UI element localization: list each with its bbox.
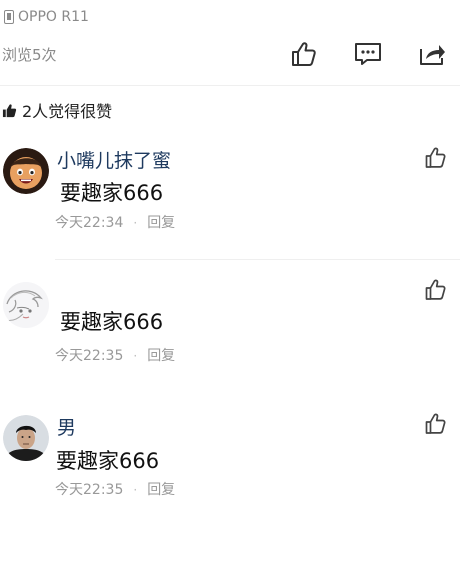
comment-bubble-icon bbox=[355, 43, 381, 65]
avatar[interactable] bbox=[3, 415, 49, 461]
thumbs-up-filled-icon bbox=[2, 103, 17, 117]
view-count: 浏览5次 bbox=[2, 46, 57, 64]
comment-divider bbox=[55, 259, 460, 260]
comment-item: 小嘴儿抹了蜜 要趣家666 今天22:34 · 回复 bbox=[0, 145, 460, 255]
device-source: OPPO R11 bbox=[4, 7, 89, 27]
comment-like-icon[interactable] bbox=[424, 278, 448, 302]
phone-icon bbox=[4, 10, 14, 24]
meta-separator: · bbox=[133, 216, 138, 230]
meta-separator: · bbox=[133, 349, 138, 363]
comment-meta: 今天22:35 · 回复 bbox=[55, 480, 175, 500]
comment-like-icon[interactable] bbox=[424, 412, 448, 436]
comment-text: 要趣家666 bbox=[60, 310, 164, 334]
thumbs-up-icon bbox=[292, 42, 316, 66]
comment-item: 男 要趣家666 今天22:35 · 回复 bbox=[0, 412, 460, 512]
comment-text: 要趣家666 bbox=[60, 181, 164, 205]
comment-time: 今天22:34 bbox=[55, 215, 124, 231]
device-label: OPPO R11 bbox=[18, 9, 89, 25]
comment-like-icon[interactable] bbox=[424, 146, 448, 170]
avatar[interactable] bbox=[3, 282, 49, 328]
comment-meta: 今天22:34 · 回复 bbox=[55, 213, 175, 233]
share-icon bbox=[420, 45, 445, 65]
comment-time: 今天22:35 bbox=[55, 482, 124, 498]
comment-author[interactable]: 小嘴儿抹了蜜 bbox=[57, 148, 171, 174]
comment-button[interactable] bbox=[352, 39, 384, 69]
share-button[interactable] bbox=[416, 39, 448, 69]
like-button[interactable] bbox=[288, 39, 320, 69]
post-actions bbox=[288, 39, 448, 69]
likes-summary-text: 2人觉得很赞 bbox=[22, 102, 113, 121]
reply-button[interactable]: 回复 bbox=[147, 213, 175, 233]
avatar[interactable] bbox=[3, 148, 49, 194]
likes-summary[interactable]: 2人觉得很赞 bbox=[2, 98, 112, 122]
comment-author[interactable]: 男 bbox=[57, 415, 76, 441]
reply-button[interactable]: 回复 bbox=[147, 480, 175, 500]
comment-meta: 今天22:35 · 回复 bbox=[55, 346, 175, 366]
comment-time: 今天22:35 bbox=[55, 348, 124, 364]
header-divider bbox=[0, 85, 460, 86]
meta-separator: · bbox=[133, 483, 138, 497]
comment-text: 要趣家666 bbox=[56, 449, 160, 473]
reply-button[interactable]: 回复 bbox=[147, 346, 175, 366]
comment-item: 要趣家666 今天22:35 · 回复 bbox=[0, 278, 460, 378]
